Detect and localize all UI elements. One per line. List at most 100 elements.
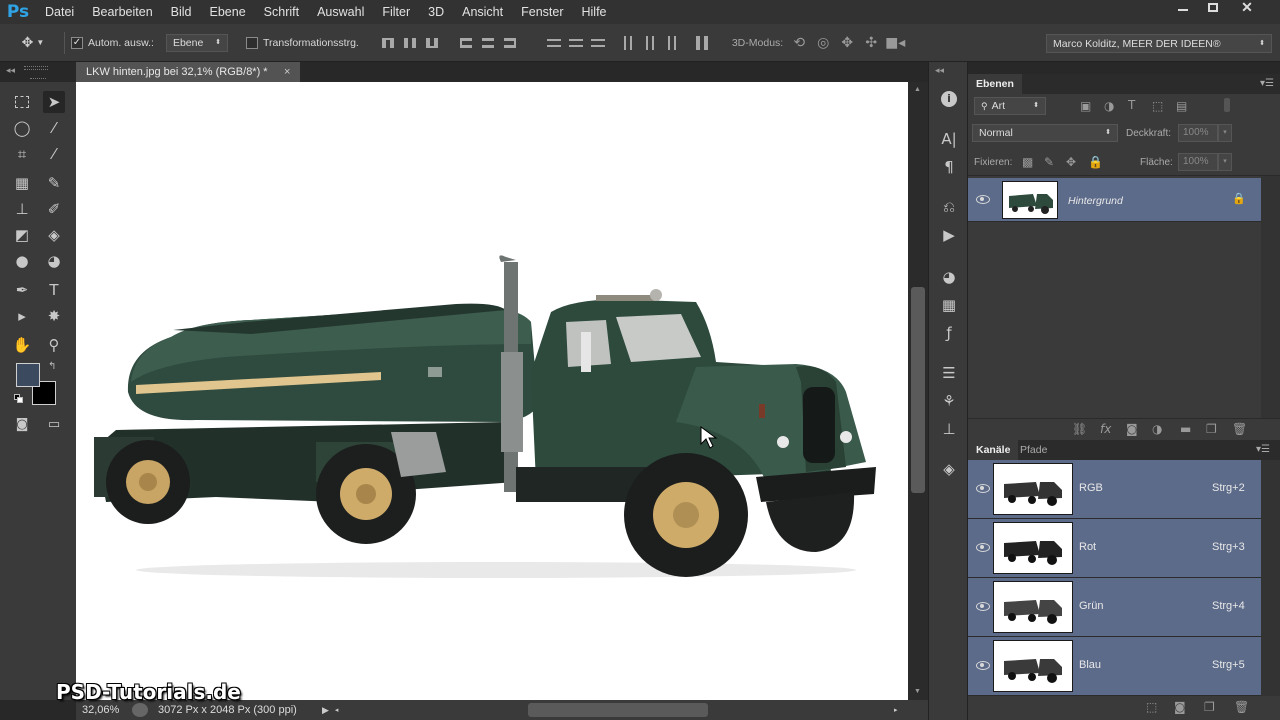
fill-field[interactable]: 100% (1178, 153, 1218, 171)
tab-ebenen[interactable]: Ebenen (968, 74, 1022, 94)
collapse-icon[interactable]: ◂◂ (6, 65, 15, 76)
document-tab[interactable]: LKW hinten.jpg bei 32,1% (RGB/8*) * × (76, 62, 300, 82)
paint-bucket-tool-icon[interactable]: ◈ (43, 224, 65, 246)
filter-pixel-icon[interactable]: ▣ (1080, 99, 1091, 113)
menu-fenster[interactable]: Fenster (512, 0, 572, 24)
distribute-hcenter-icon[interactable] (641, 35, 659, 51)
history-brush-tool-icon[interactable]: ✐ (43, 198, 65, 220)
new-group-icon[interactable]: ▬ (1180, 422, 1191, 436)
workspace-dropdown[interactable]: Marco Kolditz, MEER DER IDEEN® ⬍ (1046, 34, 1272, 53)
path-selection-tool-icon[interactable]: ▸ (11, 305, 33, 327)
filter-type-icon[interactable]: T (1128, 98, 1135, 112)
3d-icon[interactable]: ◈ (937, 458, 961, 480)
align-hcenter-icon[interactable] (479, 35, 497, 51)
foreground-color-swatch-front[interactable] (16, 363, 40, 387)
scroll-up-icon[interactable]: ▲ (914, 86, 921, 93)
horizontal-scrollbar-thumb[interactable] (528, 703, 708, 717)
clone-stamp-tool-icon[interactable]: ⊥ (11, 198, 33, 220)
maximize-icon[interactable] (1198, 0, 1228, 14)
default-colors-icon[interactable] (14, 394, 24, 404)
zoom-level[interactable]: 32,06% (82, 704, 126, 716)
delete-layer-icon[interactable]: 🗑 (1232, 422, 1247, 436)
expand-icon[interactable]: ◂◂ (935, 65, 944, 76)
hand-tool-icon[interactable]: ✋ (11, 334, 33, 356)
align-left-icon[interactable] (457, 35, 475, 51)
filter-smart-icon[interactable]: ▤ (1176, 99, 1187, 113)
lasso-tool-icon[interactable]: ◯ (11, 117, 33, 139)
distribute-right-icon[interactable] (663, 35, 681, 51)
menu-filter[interactable]: Filter (373, 0, 419, 24)
menu-ebene[interactable]: Ebene (201, 0, 255, 24)
menu-auswahl[interactable]: Auswahl (308, 0, 373, 24)
crop-tool-icon[interactable]: ⌗ (11, 143, 33, 165)
lock-position-icon[interactable]: ✥ (1066, 155, 1076, 169)
info-icon[interactable]: i (937, 88, 961, 110)
filter-adjustment-icon[interactable]: ◑ (1104, 99, 1114, 113)
menu-3d[interactable]: 3D (419, 0, 453, 24)
menu-bild[interactable]: Bild (162, 0, 201, 24)
screen-mode-icon[interactable]: ▭ (43, 413, 65, 435)
distribute-bottom-icon[interactable] (589, 35, 607, 51)
close-tab-icon[interactable]: × (284, 62, 290, 82)
layers-scrollbar[interactable] (1261, 176, 1280, 418)
styles-icon[interactable]: ƒ (937, 322, 961, 344)
lock-transparent-icon[interactable]: ▩ (1022, 155, 1033, 169)
adjustments-icon[interactable]: ☰ (937, 362, 961, 384)
swap-colors-icon[interactable]: ↰ (48, 361, 56, 372)
channel-row-blau[interactable]: Blau Strg+5 (968, 637, 1261, 696)
marquee-tool-icon[interactable] (11, 91, 33, 113)
visibility-eye-icon[interactable] (976, 602, 990, 611)
spot-healing-tool-icon[interactable]: ▦ (11, 172, 33, 194)
move-tool-icon[interactable]: ➤ (43, 91, 65, 113)
load-selection-icon[interactable]: ⬚ (1146, 700, 1157, 714)
character-icon[interactable]: A| (937, 128, 961, 150)
menu-schrift[interactable]: Schrift (255, 0, 308, 24)
3d-drag-icon[interactable]: ✥ (835, 35, 859, 51)
swatches-icon[interactable]: ◕ (937, 266, 961, 288)
link-layers-icon[interactable]: ⛓ (1072, 422, 1087, 436)
panel-menu-icon[interactable]: ▾☰ (1256, 444, 1270, 455)
filter-toggle[interactable] (1224, 98, 1230, 112)
channels-scrollbar[interactable] (1261, 460, 1280, 696)
move-tool-preset-icon[interactable]: ✥ ▼ (8, 34, 58, 51)
align-right-icon[interactable] (501, 35, 519, 51)
grid-icon[interactable]: ▦ (937, 294, 961, 316)
brush-tool-icon[interactable]: ✎ (43, 172, 65, 194)
menu-datei[interactable]: Datei (36, 0, 83, 24)
visibility-eye-icon[interactable] (976, 484, 990, 493)
adjustment-layer-icon[interactable]: ◑ (1152, 422, 1162, 436)
add-mask-icon[interactable]: ◙ (1126, 422, 1138, 436)
status-menu-arrow-icon[interactable]: ▶ (322, 705, 329, 716)
document-canvas[interactable] (76, 82, 908, 700)
channel-row-rgb[interactable]: RGB Strg+2 (968, 460, 1261, 519)
shape-tool-icon[interactable]: ✸ (43, 305, 65, 327)
blur-tool-icon[interactable]: ● (11, 250, 33, 272)
filter-shape-icon[interactable]: ⬚ (1152, 99, 1163, 113)
blend-mode-dropdown[interactable]: Normal ⬍ (972, 124, 1118, 142)
layer-style-icon[interactable]: fx (1100, 422, 1111, 436)
tab-pfade[interactable]: Pfade (1012, 440, 1055, 460)
distribute-vcenter-icon[interactable] (567, 35, 585, 51)
new-layer-icon[interactable]: ❐ (1206, 422, 1217, 436)
minimize-icon[interactable] (1168, 0, 1198, 14)
paragraph-icon[interactable]: ¶ (937, 156, 961, 178)
canvas-vertical-scrollbar[interactable]: ▲ ▼ (908, 82, 928, 700)
distribute-left-icon[interactable] (619, 35, 637, 51)
menu-bearbeiten[interactable]: Bearbeiten (83, 0, 161, 24)
3d-roll-icon[interactable]: ◎ (811, 35, 835, 51)
layer-row-hintergrund[interactable]: Hintergrund 🔒 (968, 178, 1261, 222)
3d-rotate-icon[interactable]: ⟲ (787, 35, 811, 51)
delete-channel-icon[interactable]: 🗑 (1234, 700, 1249, 714)
save-selection-icon[interactable]: ◙ (1174, 700, 1186, 714)
visibility-eye-icon[interactable] (976, 195, 990, 204)
opacity-field[interactable]: 100% (1178, 124, 1218, 142)
type-tool-icon[interactable]: T (43, 279, 65, 301)
lock-pixels-icon[interactable]: ✎ (1044, 155, 1054, 169)
dodge-tool-icon[interactable]: ◕ (43, 250, 65, 272)
pen-tool-icon[interactable]: ✒ (11, 279, 33, 301)
fill-arrow-icon[interactable]: ▾ (1218, 153, 1232, 171)
panel-menu-icon[interactable]: ▾☰ (1260, 78, 1274, 89)
visibility-eye-icon[interactable] (976, 661, 990, 670)
scroll-down-icon[interactable]: ▼ (914, 688, 921, 695)
align-vcenter-icon[interactable] (401, 35, 419, 51)
